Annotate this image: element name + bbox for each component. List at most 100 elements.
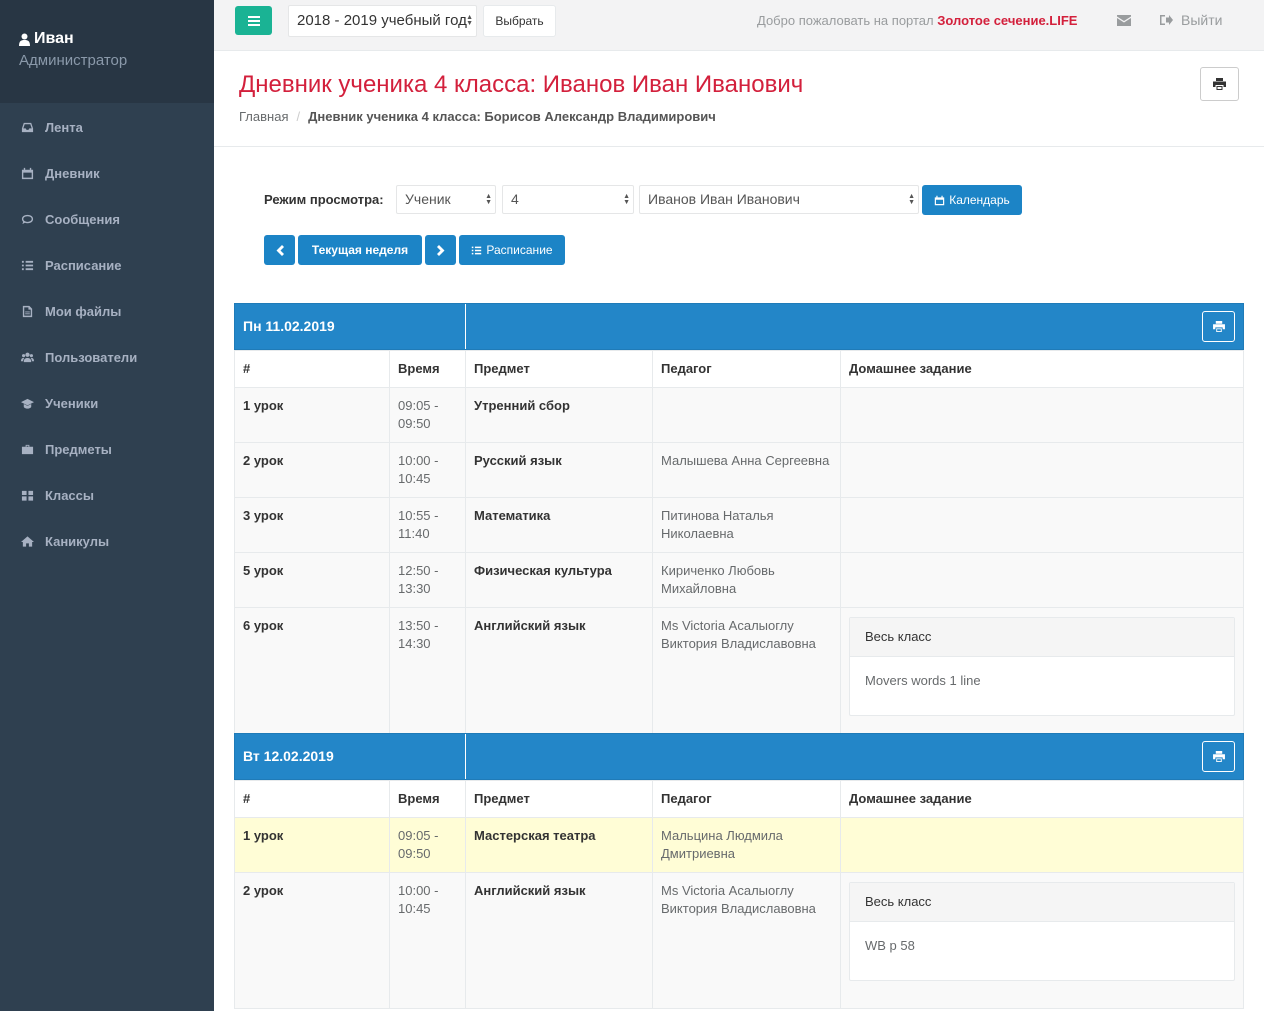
column-header: Педагог xyxy=(652,350,841,388)
lesson-teacher: Ms Victoria Асалыоглу Виктория Владислав… xyxy=(652,607,841,744)
day-date: Пн 11.02.2019 xyxy=(235,304,466,349)
lesson-number: 2 урок xyxy=(234,872,390,1009)
prev-week-button[interactable] xyxy=(264,235,295,265)
academic-year-select[interactable]: 2018 - 2019 учебный год ▲ ▼ xyxy=(288,5,477,37)
sidebar: Иван Администратор Лента Дневник Сообщен… xyxy=(0,0,214,1011)
column-header: Домашнее задание xyxy=(840,780,1244,818)
users-icon xyxy=(20,350,34,364)
sidebar-item-label: Ученики xyxy=(45,395,99,411)
sidebar-item-holidays[interactable]: Каникулы xyxy=(0,518,214,564)
envelope-icon[interactable] xyxy=(1117,15,1131,26)
sidebar-item-label: Расписание xyxy=(45,257,122,273)
sidebar-item-subjects[interactable]: Предметы xyxy=(0,426,214,472)
class-value: 4 xyxy=(511,191,519,207)
table-row: 2 урок 10:00 - 10:45 Русский язык Малыше… xyxy=(234,442,1244,498)
page-title: Дневник ученика 4 класса: Иванов Иван Ив… xyxy=(239,71,804,98)
next-week-button[interactable] xyxy=(425,235,456,265)
table-row: 2 урок 10:00 - 10:45 Английский язык Ms … xyxy=(234,872,1244,1009)
schedule-label: Расписание xyxy=(486,243,553,257)
sidebar-item-schedule[interactable]: Расписание xyxy=(0,242,214,288)
print-page-button[interactable] xyxy=(1200,67,1239,101)
sidebar-item-users[interactable]: Пользователи xyxy=(0,334,214,380)
sidebar-item-classes[interactable]: Классы xyxy=(0,472,214,518)
table-header-row: # Время Предмет Педагог Домашнее задание xyxy=(234,780,1244,818)
lesson-subject: Утренний сбор xyxy=(465,387,653,443)
lesson-time: 10:00 - 10:45 xyxy=(389,872,466,1009)
lessons-table: # Время Предмет Педагог Домашнее задание… xyxy=(234,350,1244,744)
welcome-text: Добро пожаловать на портал Золотое сечен… xyxy=(757,13,1077,28)
sidebar-item-label: Лента xyxy=(45,119,83,135)
column-header: Предмет xyxy=(465,780,653,818)
column-header: # xyxy=(234,780,390,818)
view-mode-label: Режим просмотра: xyxy=(264,192,384,207)
grid-icon xyxy=(20,488,34,502)
lesson-number: 1 урок xyxy=(234,817,390,873)
calendar-icon xyxy=(934,195,945,205)
lesson-homework xyxy=(840,442,1244,498)
lesson-number: 1 урок xyxy=(234,387,390,443)
print-day-button[interactable] xyxy=(1202,741,1235,772)
logout-label: Выйти xyxy=(1181,12,1223,28)
calendar-label: Календарь xyxy=(949,193,1010,207)
user-name[interactable]: Иван xyxy=(19,30,214,48)
lesson-time: 12:50 - 13:30 xyxy=(389,552,466,608)
lesson-time: 10:00 - 10:45 xyxy=(389,442,466,498)
sign-out-icon xyxy=(1160,15,1173,25)
inbox-icon xyxy=(20,120,34,134)
table-header-row: # Время Предмет Педагог Домашнее задание xyxy=(234,350,1244,388)
view-mode-select[interactable]: Ученик ▲ ▼ xyxy=(396,185,496,214)
table-row: 5 урок 12:50 - 13:30 Физическая культура… xyxy=(234,552,1244,608)
sidebar-item-label: Предметы xyxy=(45,441,112,457)
current-week-button[interactable]: Текущая неделя xyxy=(298,235,422,265)
select-arrows-icon: ▲ ▼ xyxy=(485,192,492,206)
homework-group: Весь класс xyxy=(850,618,1234,657)
print-icon xyxy=(1212,751,1225,762)
portal-brand: Золотое сечение.LIFE xyxy=(937,13,1078,28)
print-icon xyxy=(1213,78,1226,90)
lesson-subject: Русский язык xyxy=(465,442,653,498)
select-arrows-icon: ▲ ▼ xyxy=(908,192,915,206)
sidebar-item-students[interactable]: Ученики xyxy=(0,380,214,426)
sidebar-item-diary[interactable]: Дневник xyxy=(0,150,214,196)
sidebar-item-label: Каникулы xyxy=(45,533,110,549)
user-icon xyxy=(19,33,30,46)
user-role: Администратор xyxy=(19,52,128,69)
calendar-button[interactable]: Календарь xyxy=(922,185,1022,215)
class-select[interactable]: 4 ▲ ▼ xyxy=(502,185,634,214)
list-icon xyxy=(472,246,482,254)
sidebar-item-label: Сообщения xyxy=(45,211,120,227)
hamburger-icon xyxy=(247,15,260,26)
logout-button[interactable]: Выйти xyxy=(1160,12,1222,28)
sidebar-item-messages[interactable]: Сообщения xyxy=(0,196,214,242)
sidebar-item-files[interactable]: Мои файлы xyxy=(0,288,214,334)
print-day-button[interactable] xyxy=(1202,311,1235,342)
lesson-time: 10:55 - 11:40 xyxy=(389,497,466,553)
lesson-homework xyxy=(840,497,1244,553)
lessons-table: # Время Предмет Педагог Домашнее задание… xyxy=(234,780,1244,1009)
menu-toggle-button[interactable] xyxy=(235,6,272,35)
homework-text: WB p 58 xyxy=(865,938,915,953)
print-icon xyxy=(1212,321,1225,332)
homework-group: Весь класс xyxy=(850,883,1234,922)
lesson-number: 6 урок xyxy=(234,607,390,744)
sidebar-item-label: Классы xyxy=(45,487,94,503)
student-value: Иванов Иван Иванович xyxy=(648,191,800,207)
day-header: Вт 12.02.2019 xyxy=(234,733,1244,780)
breadcrumb-home[interactable]: Главная xyxy=(239,109,288,124)
graduation-cap-icon xyxy=(20,396,34,410)
briefcase-icon xyxy=(20,442,34,456)
lesson-subject: Физическая культура xyxy=(465,552,653,608)
choose-button[interactable]: Выбрать xyxy=(483,5,556,37)
day-date: Вт 12.02.2019 xyxy=(235,734,466,779)
schedule-button[interactable]: Расписание xyxy=(459,235,565,265)
homework-panel: Весь класс WB p 58 xyxy=(849,882,1235,981)
sidebar-item-label: Дневник xyxy=(45,165,100,181)
student-select[interactable]: Иванов Иван Иванович ▲ ▼ xyxy=(639,185,919,214)
breadcrumb: Главная / Дневник ученика 4 класса: Борисо… xyxy=(239,109,716,124)
lesson-teacher: Ms Victoria Асалыоглу Виктория Владислав… xyxy=(652,872,841,1009)
calendar-icon xyxy=(20,166,34,180)
table-row: 3 урок 10:55 - 11:40 Математика Питинова… xyxy=(234,497,1244,553)
column-header: Предмет xyxy=(465,350,653,388)
sidebar-item-feed[interactable]: Лента xyxy=(0,104,214,150)
lesson-time: 13:50 - 14:30 xyxy=(389,607,466,744)
